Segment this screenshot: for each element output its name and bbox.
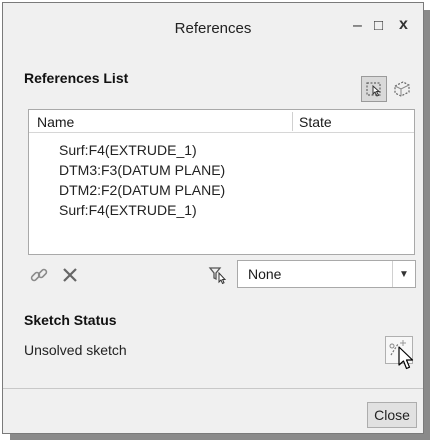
filter-selected-value: None [248,266,282,282]
maximize-button[interactable]: □ [374,17,383,34]
references-list-header: Name State [29,110,414,133]
select-references-tool-button[interactable] [361,76,387,102]
references-rows: Surf:F4(EXTRUDE_1) DTM3:F3(DATUM PLANE) … [59,140,225,220]
select-references-icon [366,82,381,97]
select-geometry-icon [394,81,410,97]
footer-divider [3,388,423,389]
filter-button[interactable] [206,263,230,287]
references-list[interactable]: Name State Surf:F4(EXTRUDE_1) DTM3:F3(DA… [28,109,415,255]
list-item[interactable]: DTM3:F3(DATUM PLANE) [59,160,225,180]
list-item[interactable]: DTM2:F2(DATUM PLANE) [59,180,225,200]
references-list-label: References List [24,70,129,86]
close-button[interactable]: Close [367,402,417,428]
minimize-button[interactable]: – [353,17,362,35]
column-divider[interactable] [292,112,293,131]
select-geometry-tool-button[interactable] [389,76,415,102]
sketch-status-label: Sketch Status [24,312,117,328]
link-references-button[interactable] [27,263,51,287]
close-window-button[interactable]: x [399,16,408,34]
filter-select[interactable]: None ▼ [237,260,416,288]
title-bar: References – □ x [3,3,423,55]
sketch-status-text: Unsolved sketch [24,342,127,358]
delete-reference-button[interactable] [58,263,82,287]
list-item[interactable]: Surf:F4(EXTRUDE_1) [59,140,225,160]
list-item[interactable]: Surf:F4(EXTRUDE_1) [59,200,225,220]
chevron-down-icon[interactable]: ▼ [392,261,415,287]
chain-link-icon [30,268,48,282]
mouse-pointer-icon [398,346,414,370]
column-header-state[interactable]: State [299,114,332,130]
delete-x-icon [63,268,77,282]
column-header-name[interactable]: Name [37,114,74,130]
references-dialog: References – □ x References List Name St… [2,2,424,434]
filter-cursor-icon [208,267,227,285]
